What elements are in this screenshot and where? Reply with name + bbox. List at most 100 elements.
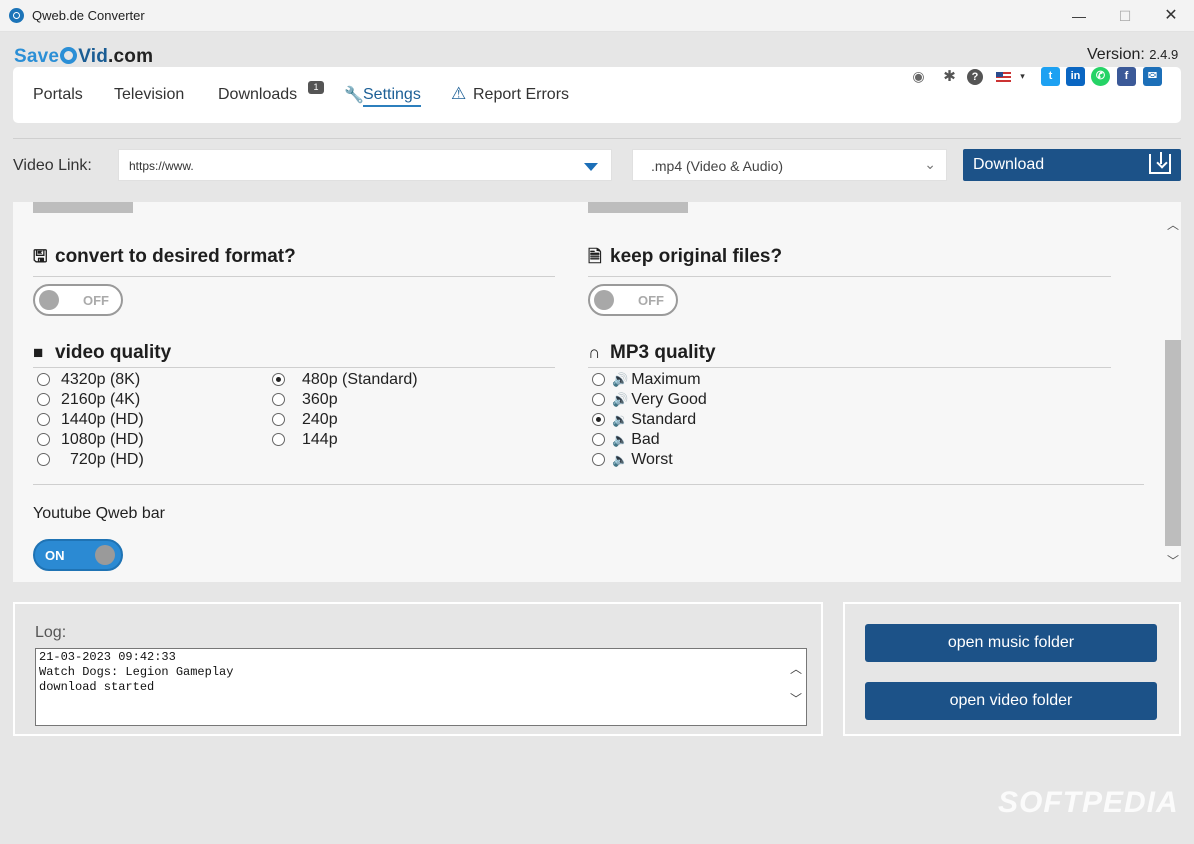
log-label: Log: xyxy=(35,624,67,641)
video-link-input[interactable]: https://www. xyxy=(118,149,612,181)
log-line: download started xyxy=(39,680,155,694)
video-link-value: https://www. xyxy=(129,159,194,173)
radio-label: 240p xyxy=(302,411,338,428)
radio-label: Standard xyxy=(631,411,697,428)
radio-label: Very Good xyxy=(631,391,707,408)
scrollbar-thumb[interactable] xyxy=(1165,340,1181,546)
radio-label: 144p xyxy=(302,431,338,448)
radio-label: 1080p (HD) xyxy=(61,431,144,448)
logo-text-save: Save xyxy=(14,46,60,67)
tab-settings[interactable]: Settings xyxy=(363,86,421,107)
tab-report-errors[interactable]: Report Errors xyxy=(473,86,569,104)
video-quality-title: video quality xyxy=(55,342,172,363)
toggle-state: ON xyxy=(45,548,65,563)
headphones-icon: ∩ xyxy=(588,343,601,362)
us-flag-icon[interactable] xyxy=(996,72,1011,82)
video-quality-heading: ■ video quality xyxy=(33,342,555,368)
tab-downloads[interactable]: Downloads xyxy=(218,86,297,104)
downloads-count-badge: 1 xyxy=(308,81,324,94)
logo-ring-icon xyxy=(60,47,78,64)
maximize-button[interactable]: ☐ xyxy=(1102,0,1148,32)
mp3-quality-heading: ∩ MP3 quality xyxy=(588,342,1111,368)
mp3-quality-title: MP3 quality xyxy=(610,342,716,363)
version-info: Version: 2.4.9 xyxy=(1087,46,1178,64)
version-number: 2.4.9 xyxy=(1149,47,1179,62)
open-music-folder-button[interactable]: open music folder xyxy=(865,624,1157,662)
log-textarea[interactable]: 21-03-2023 09:42:33 Watch Dogs: Legion G… xyxy=(35,648,807,726)
volume-low-icon: 🔈 xyxy=(612,432,629,447)
toggle-state: OFF xyxy=(83,293,109,308)
savevid-logo: Save Vid.com xyxy=(14,46,153,68)
format-select[interactable]: .mp4 (Video & Audio) ⌄ xyxy=(632,149,947,181)
section-tab xyxy=(588,202,688,213)
toggle-knob xyxy=(39,290,59,310)
convert-format-toggle[interactable]: OFF xyxy=(33,284,123,316)
caret-down-icon[interactable] xyxy=(584,163,598,171)
log-line: 21-03-2023 09:42:33 xyxy=(39,650,176,664)
scroll-down-icon[interactable]: ﹀ xyxy=(1165,552,1181,569)
toggle-knob xyxy=(95,545,115,565)
log-panel: Log: 21-03-2023 09:42:33 Watch Dogs: Leg… xyxy=(13,602,823,736)
warning-icon: ⚠ xyxy=(451,84,467,103)
scroll-down-icon[interactable]: ﹀ xyxy=(790,693,802,708)
radio-label: Worst xyxy=(631,451,673,468)
log-line: Watch Dogs: Legion Gameplay xyxy=(39,665,234,679)
version-label: Version: xyxy=(1087,46,1145,63)
radio-label: 360p xyxy=(302,391,338,408)
volume-off-icon: 🔈 xyxy=(612,452,629,467)
whatsapp-icon[interactable]: ✆ xyxy=(1091,67,1110,86)
radio-label: 2160p (4K) xyxy=(61,391,141,408)
scroll-up-icon[interactable]: ︿ xyxy=(1165,216,1181,233)
wrench-icon: 🔧 xyxy=(344,87,364,104)
title-bar: Qweb.de Converter — ☐ ✕ xyxy=(0,0,1194,32)
youtube-bar-toggle[interactable]: ON xyxy=(33,539,123,571)
radio-label: 1440p (HD) xyxy=(61,411,144,428)
download-button-label: Download xyxy=(973,156,1045,173)
radio-label: Maximum xyxy=(631,371,701,388)
section-divider xyxy=(33,484,1144,485)
softpedia-watermark: SOFTPEDIA xyxy=(998,786,1179,819)
folder-panel: open music folder open video folder xyxy=(843,602,1181,736)
main-nav: Portals Television Downloads 1 🔧 Setting… xyxy=(13,67,1181,123)
scroll-up-icon[interactable]: ︿ xyxy=(790,663,802,678)
convert-format-title: convert to desired format? xyxy=(55,246,296,267)
chevron-down-icon[interactable]: ▾ xyxy=(1013,67,1032,86)
floppy-disk-icon: 🖫 xyxy=(33,247,48,266)
volume-medium-icon: 🔉 xyxy=(612,412,629,427)
file-icon: 🗎 xyxy=(588,247,602,266)
tab-television[interactable]: Television xyxy=(114,86,184,104)
toggle-knob xyxy=(594,290,614,310)
window-title: Qweb.de Converter xyxy=(32,8,145,23)
radio-label: 720p (HD) xyxy=(70,451,144,468)
keep-original-heading: 🗎 keep original files? xyxy=(588,244,1111,277)
linkedin-icon[interactable]: in xyxy=(1066,67,1085,86)
radio-label: 480p (Standard) xyxy=(302,371,418,388)
email-icon[interactable]: ✉ xyxy=(1143,67,1162,86)
chevron-down-icon: ⌄ xyxy=(924,156,936,172)
section-tab xyxy=(33,202,133,213)
radio-label: 4320p (8K) xyxy=(61,371,141,388)
open-video-folder-button[interactable]: open video folder xyxy=(865,682,1157,720)
bug-icon[interactable]: ✱ xyxy=(940,67,959,86)
tab-portals[interactable]: Portals xyxy=(33,86,83,104)
toggle-state: OFF xyxy=(638,293,664,308)
header-divider xyxy=(13,138,1181,139)
video-camera-icon: ■ xyxy=(33,343,44,362)
eye-slash-icon[interactable]: ◉ xyxy=(909,67,928,86)
volume-high-icon: 🔊 xyxy=(612,392,629,407)
app-icon xyxy=(9,8,24,23)
twitter-icon[interactable]: t xyxy=(1041,67,1060,86)
close-button[interactable]: ✕ xyxy=(1148,0,1194,32)
minimize-button[interactable]: — xyxy=(1056,0,1102,32)
video-link-label: Video Link: xyxy=(13,157,92,174)
youtube-bar-label: Youtube Qweb bar xyxy=(33,505,165,522)
keep-original-title: keep original files? xyxy=(610,246,783,267)
download-button[interactable]: Download xyxy=(963,149,1181,181)
facebook-icon[interactable]: f xyxy=(1117,67,1136,86)
help-icon[interactable]: ? xyxy=(967,69,983,85)
radio-label: Bad xyxy=(631,431,660,448)
convert-format-heading: 🖫 convert to desired format? xyxy=(33,244,555,277)
logo-text-vid: Vid xyxy=(78,46,109,67)
keep-original-toggle[interactable]: OFF xyxy=(588,284,678,316)
volume-high-icon: 🔊 xyxy=(612,372,629,387)
